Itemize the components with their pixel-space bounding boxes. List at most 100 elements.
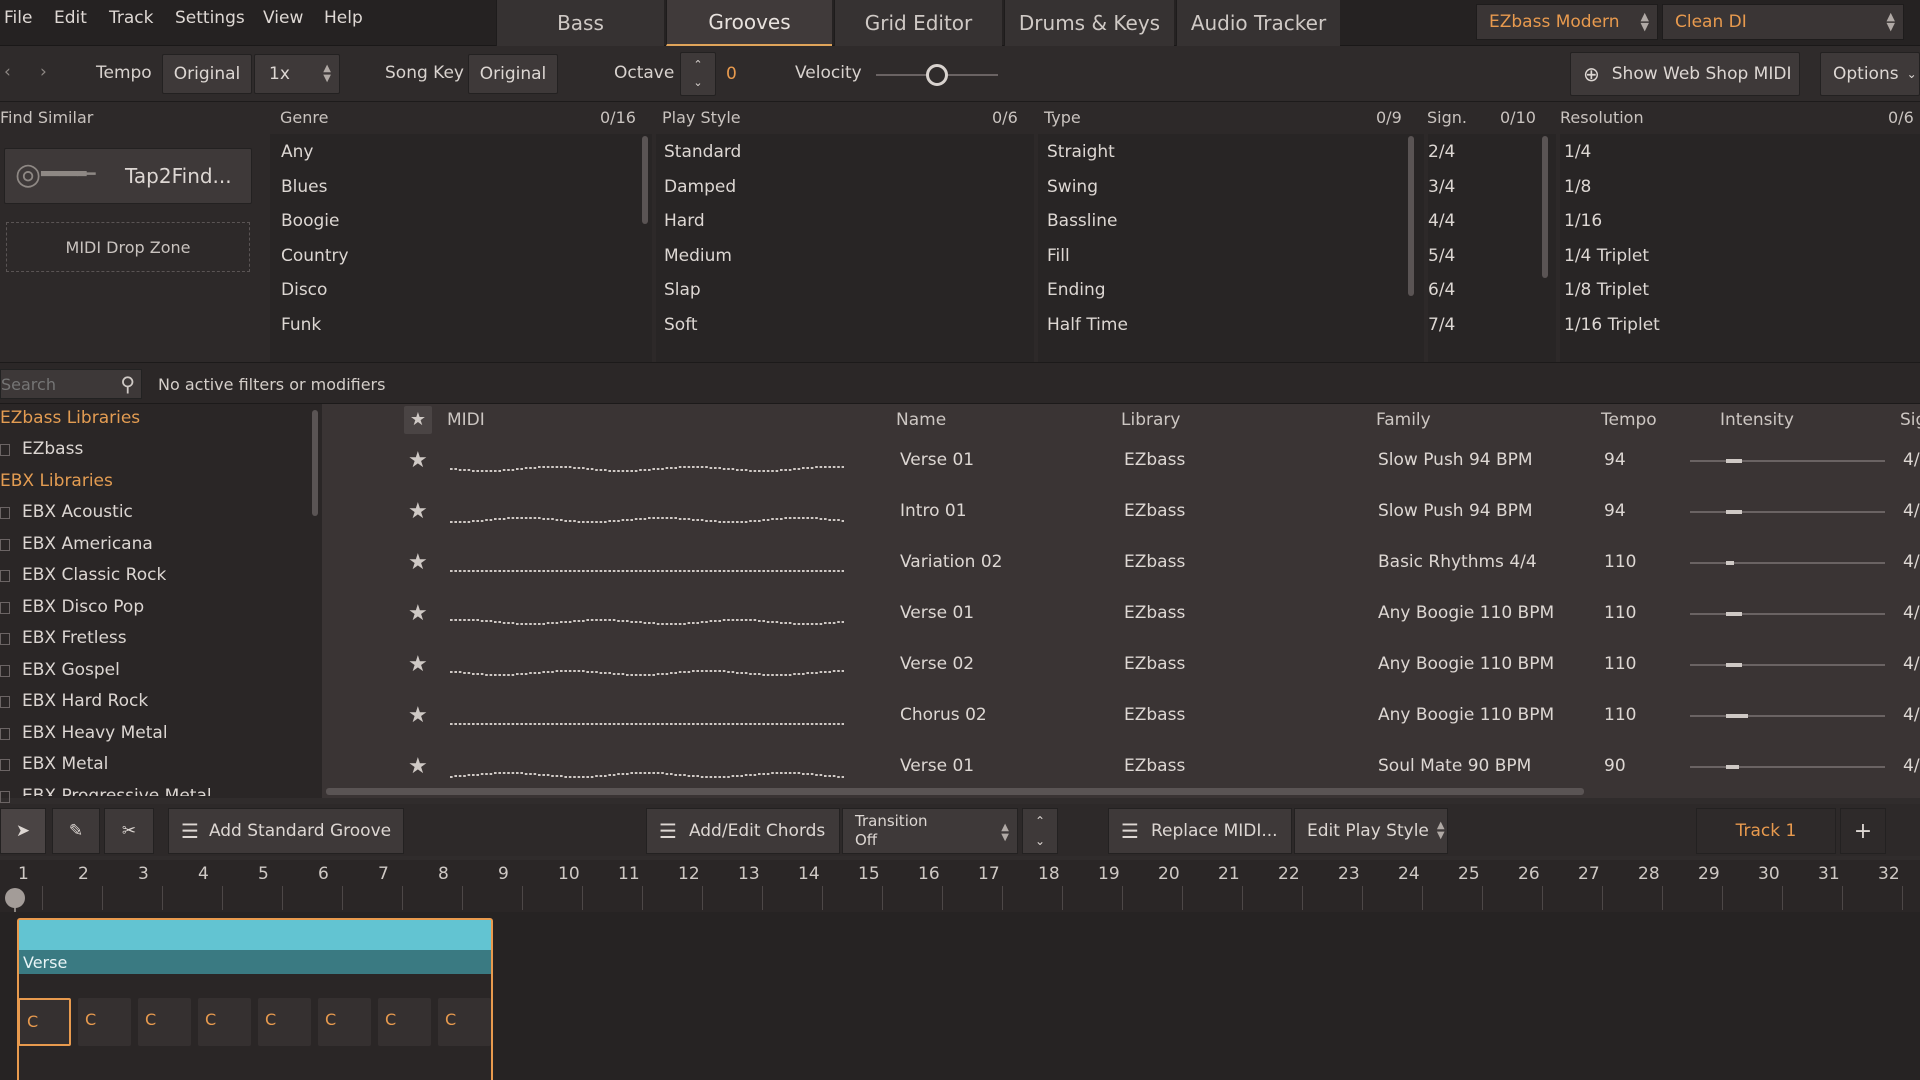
tree-item-ebx[interactable]: EBX Acoustic — [22, 502, 133, 526]
forward-arrow-icon[interactable]: › — [40, 62, 47, 82]
tab-bass[interactable]: Bass — [496, 0, 664, 46]
chord-block[interactable]: C — [138, 998, 191, 1046]
tree-item-ebx[interactable]: EBX Classic Rock — [22, 565, 166, 589]
menu-track[interactable]: Track — [109, 8, 153, 28]
velocity-slider-knob[interactable] — [926, 64, 948, 86]
tab-audio-tracker[interactable]: Audio Tracker — [1176, 0, 1340, 46]
tree-item-ebx[interactable]: EBX Metal — [22, 754, 108, 778]
col-tempo[interactable]: Tempo — [1601, 410, 1657, 430]
groove-name[interactable]: Verse 01 — [900, 756, 974, 776]
tab-grooves[interactable]: Grooves — [666, 0, 832, 46]
tab-drums-keys[interactable]: Drums & Keys — [1004, 0, 1174, 46]
play-style-item[interactable]: Standard — [664, 142, 741, 166]
chevron-up-icon[interactable]: ⌃ — [693, 56, 702, 74]
tree-item-ebx[interactable]: EBX Fretless — [22, 628, 127, 652]
type-item[interactable]: Swing — [1047, 177, 1098, 201]
col-intensity[interactable]: Intensity — [1720, 410, 1794, 430]
favorite-star-icon[interactable]: ★ — [408, 652, 428, 677]
menu-help[interactable]: Help — [324, 8, 363, 28]
type-scrollbar[interactable] — [1408, 136, 1414, 296]
groove-name[interactable]: Intro 01 — [900, 501, 967, 521]
transition-stepper[interactable]: ⌃ ⌄ — [1022, 808, 1058, 854]
type-item[interactable]: Straight — [1047, 142, 1115, 166]
favorite-star-icon[interactable]: ★ — [408, 703, 428, 728]
resolution-item[interactable]: 1/8 — [1564, 177, 1591, 201]
genre-item[interactable]: Blues — [281, 177, 327, 201]
chevron-down-icon[interactable]: ⌄ — [693, 74, 702, 92]
col-midi[interactable]: MIDI — [447, 410, 485, 430]
tree-item-ezbass[interactable]: EZbass — [22, 439, 83, 459]
tree-header-ezbass[interactable]: EZbass Libraries — [0, 408, 140, 428]
add-track-plus-icon[interactable]: + — [1840, 808, 1886, 854]
show-web-shop-midi-button[interactable]: ⊕ Show Web Shop MIDI — [1570, 52, 1800, 96]
genre-item[interactable]: Funk — [281, 315, 321, 339]
library-preset-select[interactable]: EZbass Modern ▲ ▼ — [1476, 4, 1658, 40]
menu-settings[interactable]: Settings — [175, 8, 245, 28]
favorite-star-icon[interactable]: ★ — [408, 754, 428, 779]
search-icon[interactable]: ⚲ — [120, 372, 135, 396]
tree-checkbox[interactable] — [0, 633, 10, 645]
genre-item[interactable]: Boogie — [281, 211, 339, 235]
favorite-star-icon[interactable]: ★ — [408, 550, 428, 575]
groove-name[interactable]: Chorus 02 — [900, 705, 987, 725]
select-tool-arrow-icon[interactable]: ➤ — [0, 808, 46, 854]
octave-stepper[interactable]: ⌃ ⌄ — [680, 52, 716, 96]
resolution-item[interactable]: 1/4 Triplet — [1564, 246, 1649, 270]
tap2find-button[interactable]: ◎━━╾ Tap2Find... — [4, 148, 252, 204]
play-style-item[interactable]: Damped — [664, 177, 736, 201]
song-key-select[interactable]: Original — [468, 54, 558, 94]
tree-scrollbar[interactable] — [312, 410, 318, 516]
favorite-star-icon[interactable]: ★ — [408, 499, 428, 524]
midi-drop-zone[interactable]: MIDI Drop Zone — [6, 222, 250, 272]
list-horizontal-scrollbar[interactable] — [326, 788, 1584, 795]
chevron-up-icon[interactable]: ⌃ — [1035, 811, 1045, 831]
groove-name[interactable]: Verse 01 — [900, 450, 974, 470]
tree-checkbox[interactable] — [0, 570, 10, 582]
sign-item[interactable]: 4/4 — [1428, 211, 1455, 235]
play-style-item[interactable]: Medium — [664, 246, 732, 270]
type-item[interactable]: Bassline — [1047, 211, 1117, 235]
sign-item[interactable]: 7/4 — [1428, 315, 1455, 339]
menu-file[interactable]: File — [4, 8, 32, 28]
sign-item[interactable]: 6/4 — [1428, 280, 1455, 304]
genre-item[interactable]: Disco — [281, 280, 327, 304]
groove-name[interactable]: Variation 02 — [900, 552, 1002, 572]
favorite-star-icon[interactable]: ★ — [408, 448, 428, 473]
tree-item-ebx[interactable]: EBX Progressive Metal — [22, 786, 212, 797]
chord-block[interactable]: C — [438, 998, 491, 1046]
chord-block[interactable]: C — [78, 998, 131, 1046]
resolution-item[interactable]: 1/8 Triplet — [1564, 280, 1649, 304]
col-name[interactable]: Name — [896, 410, 946, 430]
col-family[interactable]: Family — [1376, 410, 1431, 430]
play-style-item[interactable]: Slap — [664, 280, 701, 304]
add-edit-chords-button[interactable]: ☰ Add/Edit Chords — [646, 808, 840, 854]
edit-play-style-button[interactable]: Edit Play Style ▲ ▼ — [1294, 808, 1448, 854]
search-input[interactable] — [1, 372, 111, 396]
tree-checkbox[interactable] — [0, 727, 10, 740]
resolution-item[interactable]: 1/16 Triplet — [1564, 315, 1660, 339]
tree-checkbox[interactable] — [0, 538, 10, 551]
resolution-item[interactable]: 1/16 — [1564, 211, 1602, 235]
tree-checkbox[interactable] — [0, 444, 10, 456]
menu-edit[interactable]: Edit — [54, 8, 87, 28]
genre-item[interactable]: Any — [281, 142, 313, 166]
tempo-multiplier-select[interactable]: 1x ▲ ▼ — [254, 54, 340, 94]
playhead-handle[interactable] — [5, 888, 25, 908]
tree-checkbox[interactable] — [0, 759, 10, 771]
col-library[interactable]: Library — [1121, 410, 1180, 430]
transition-select[interactable]: Transition Off ▲ ▼ — [842, 808, 1018, 854]
sign-scrollbar[interactable] — [1542, 136, 1548, 278]
type-item[interactable]: Half Time — [1047, 315, 1128, 339]
tree-item-ebx[interactable]: EBX Heavy Metal — [22, 723, 168, 747]
track-name[interactable]: Track 1 — [1696, 808, 1836, 854]
type-item[interactable]: Ending — [1047, 280, 1106, 304]
sign-item[interactable]: 3/4 — [1428, 177, 1455, 201]
tree-item-ebx[interactable]: EBX Hard Rock — [22, 691, 148, 715]
tree-checkbox[interactable] — [0, 601, 10, 614]
search-box[interactable]: ⚲ — [0, 369, 142, 399]
chevron-down-icon[interactable]: ⌄ — [1035, 831, 1045, 851]
chord-block[interactable]: C — [198, 998, 251, 1046]
chord-block[interactable]: C — [18, 998, 71, 1046]
chord-block[interactable]: C — [318, 998, 371, 1046]
genre-scrollbar[interactable] — [642, 136, 648, 224]
